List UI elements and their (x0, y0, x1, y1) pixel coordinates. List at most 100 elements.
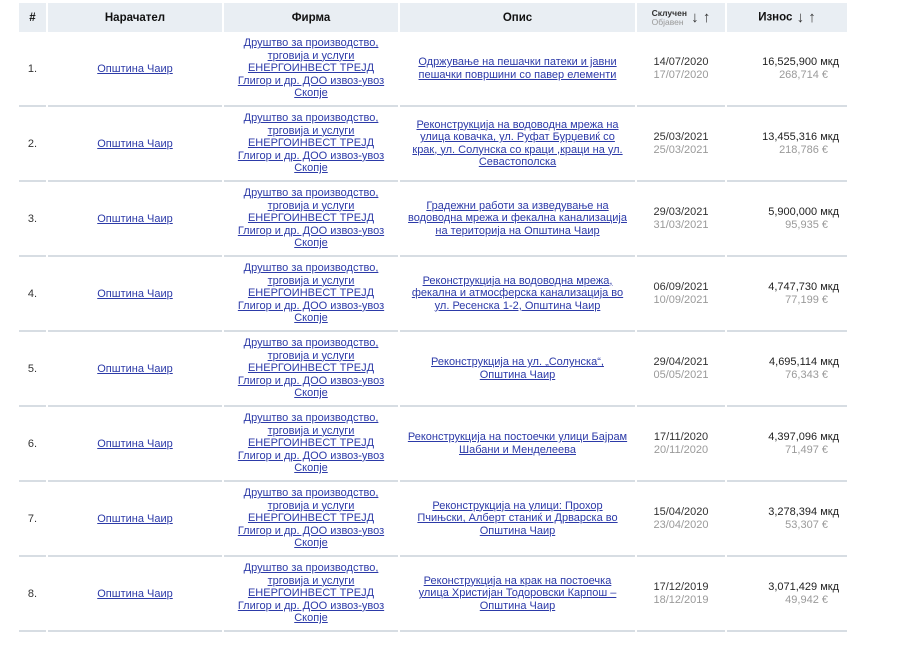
firm-line: Глигор и др. ДОО извоз-увоз (237, 524, 385, 537)
description-line: Реконструкција на водоводна мрежа на (416, 118, 619, 131)
amount-eur: 268,714 € (779, 68, 828, 81)
dates-cell: 06/09/2021 10/09/2021 (637, 257, 725, 332)
firm-line: ЕНЕРГОИНВЕСТ ТРЕЈД (247, 212, 375, 225)
firm-line: ЕНЕРГОИНВЕСТ ТРЕЈД (247, 512, 375, 525)
firm-cell: Друштво за производство, трговија и услуг… (224, 257, 398, 332)
firm-link[interactable]: Друштво за производство, трговија и услуг… (238, 337, 384, 399)
buyer-link[interactable]: Општина Чаир (97, 588, 172, 600)
published-date: 10/09/2021 (653, 293, 709, 306)
description-line: крак, ул. Солунска со краци ,краци на ул… (412, 143, 623, 156)
row-number: 1. (19, 32, 46, 107)
buyer-link[interactable]: Општина Чаир (97, 513, 172, 525)
firm-line: Скопје (294, 87, 328, 100)
firm-cell: Друштво за производство, трговија и услуг… (224, 332, 398, 407)
description-link[interactable]: Реконструкција на водоводна мрежа, фекалн… (412, 275, 623, 312)
buyer-link[interactable]: Општина Чаир (97, 213, 172, 225)
firm-link[interactable]: Друштво за производство, трговија и услуг… (238, 412, 384, 474)
firm-line: Друштво за производство, (243, 337, 379, 350)
firm-line: трговија и услуги (267, 349, 355, 362)
description-cell: Реконструкција на ул. „Солунска“, Општина… (400, 332, 635, 407)
buyer-link[interactable]: Општина Чаир (97, 363, 172, 375)
description-link[interactable]: Реконструкција на улици: Прохор Пчињски, … (417, 500, 617, 537)
firm-line: ЕНЕРГОИНВЕСТ ТРЕЈД (247, 362, 375, 375)
amount-mkd: 4,397,096 мкд (768, 430, 839, 443)
firm-line: Глигор и др. ДОО извоз-увоз (237, 449, 385, 462)
firm-line: Скопје (294, 462, 328, 475)
firm-cell: Друштво за производство, трговија и услуг… (224, 32, 398, 107)
firm-cell: Друштво за производство, трговија и услуг… (224, 407, 398, 482)
contracts-table-container: # Нарачател Фирма Опис Склучен Објавен ↓… (17, 3, 849, 632)
amount-mkd: 16,525,900 мкд (762, 55, 839, 68)
description-link[interactable]: Градежни работи за изведување на водоводн… (408, 200, 627, 237)
dates-cell: 29/03/2021 31/03/2021 (637, 182, 725, 257)
dates-cell: 25/03/2021 25/03/2021 (637, 107, 725, 182)
amount-mkd: 3,071,429 мкд (768, 580, 839, 593)
description-cell: Реконструкција на улици: Прохор Пчињски, … (400, 482, 635, 557)
firm-line: Скопје (294, 312, 328, 325)
amount-cell: 13,455,316 мкд 218,786 € (727, 107, 847, 182)
header-description: Опис (400, 3, 635, 32)
firm-link[interactable]: Друштво за производство, трговија и услуг… (238, 487, 384, 549)
description-line: Севастополска (478, 156, 557, 168)
amount-cell: 3,071,429 мкд 49,942 € (727, 557, 847, 632)
header-date-published[interactable]: Објавен (652, 17, 687, 27)
description-link[interactable]: Реконструкција на постоечки улици Бајрам… (408, 431, 627, 456)
description-line: на територија на Општина Чаир (435, 224, 600, 237)
buyer-link[interactable]: Општина Чаир (97, 438, 172, 450)
description-link[interactable]: Реконструкција на крак на постоечка улица… (419, 575, 617, 612)
description-line: Шабани и Менделеева (459, 443, 576, 456)
firm-line: трговија и услуги (267, 199, 355, 212)
firm-link[interactable]: Друштво за производство, трговија и услуг… (238, 187, 384, 249)
sort-asc-icon[interactable]: ↑ (703, 10, 711, 25)
firm-link[interactable]: Друштво за производство, трговија и услуг… (238, 37, 384, 99)
sort-desc-icon[interactable]: ↓ (691, 10, 699, 25)
sort-desc-icon[interactable]: ↓ (797, 10, 805, 25)
signed-date: 17/11/2020 (653, 430, 709, 443)
description-line: Општина Чаир (479, 368, 556, 381)
row-number: 3. (19, 182, 46, 257)
description-link[interactable]: Одржување на пешачки патеки и јавни пешач… (418, 56, 616, 81)
signed-date: 15/04/2020 (653, 505, 709, 518)
buyer-cell: Општина Чаир (48, 32, 222, 107)
description-cell: Реконструкција на водоводна мрежа на улиц… (400, 107, 635, 182)
description-line: Реконструкција на постоечки улици Бајрам (407, 431, 628, 443)
amount-eur: 218,786 € (779, 143, 828, 156)
description-link[interactable]: Реконструкција на водоводна мрежа на улиц… (412, 119, 622, 169)
firm-line: ЕНЕРГОИНВЕСТ ТРЕЈД (247, 587, 375, 600)
published-date: 23/04/2020 (653, 518, 709, 531)
firm-link[interactable]: Друштво за производство, трговија и услуг… (238, 262, 384, 324)
amount-cell: 3,278,394 мкд 53,307 € (727, 482, 847, 557)
buyer-link[interactable]: Општина Чаир (97, 138, 172, 150)
amount-eur: 95,935 € (785, 218, 828, 231)
buyer-cell: Општина Чаир (48, 257, 222, 332)
description-line: ул. Ресенска 1-2, Општина Чаир (434, 299, 601, 312)
table-row: 3. Општина Чаир Друштво за производство, тр… (19, 182, 847, 257)
signed-date: 17/12/2019 (653, 580, 709, 593)
published-date: 05/05/2021 (653, 368, 709, 381)
sort-asc-icon[interactable]: ↑ (808, 10, 816, 25)
firm-line: Друштво за производство, (243, 187, 379, 200)
firm-link[interactable]: Друштво за производство, трговија и услуг… (238, 562, 384, 624)
table-row: 5. Општина Чаир Друштво за производство, тр… (19, 332, 847, 407)
header-firm: Фирма (224, 3, 398, 32)
table-row: 4. Општина Чаир Друштво за производство, тр… (19, 257, 847, 332)
firm-line: трговија и услуги (267, 424, 355, 437)
firm-line: Скопје (294, 612, 328, 625)
firm-line: Глигор и др. ДОО извоз-увоз (237, 599, 385, 612)
description-cell: Реконструкција на крак на постоечка улица… (400, 557, 635, 632)
description-line: Реконструкција на улици: Прохор (432, 499, 603, 512)
buyer-cell: Општина Чаир (48, 482, 222, 557)
description-line: Општина Чаир (479, 599, 556, 612)
description-link[interactable]: Реконструкција на ул. „Солунска“, Општина… (431, 356, 604, 381)
signed-date: 06/09/2021 (653, 280, 709, 293)
table-body: 1. Општина Чаир Друштво за производство, тр… (19, 32, 847, 632)
firm-link[interactable]: Друштво за производство, трговија и услуг… (238, 112, 384, 174)
buyer-link[interactable]: Општина Чаир (97, 288, 172, 300)
firm-line: Друштво за производство, (243, 562, 379, 575)
description-line: Реконструкција на ул. „Солунска“, (431, 356, 604, 368)
amount-cell: 4,397,096 мкд 71,497 € (727, 407, 847, 482)
signed-date: 29/03/2021 (653, 205, 709, 218)
buyer-link[interactable]: Општина Чаир (97, 63, 172, 75)
row-number: 6. (19, 407, 46, 482)
header-amount: Износ ↓ ↑ (727, 3, 847, 32)
